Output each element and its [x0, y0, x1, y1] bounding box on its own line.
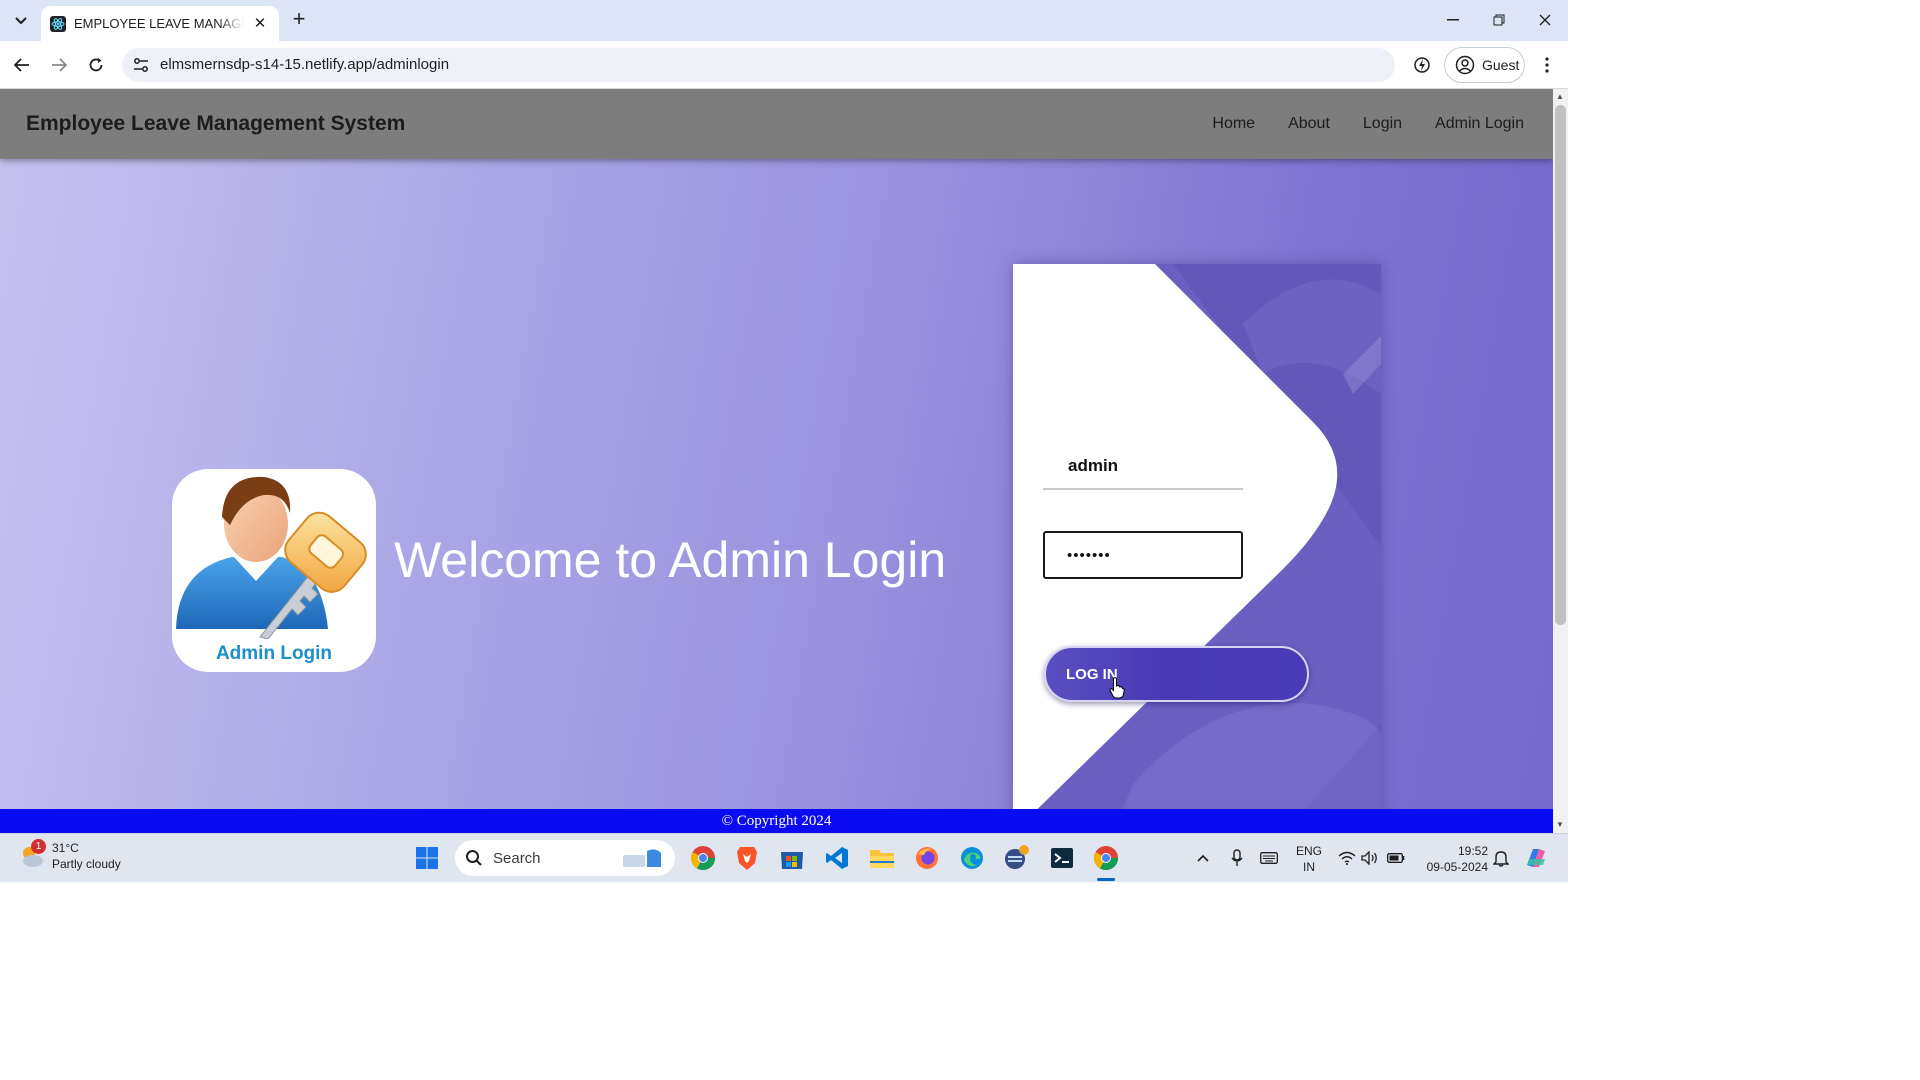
clock[interactable]: 19:52 09-05-2024 [1418, 843, 1488, 875]
battery-icon[interactable] [1382, 842, 1410, 874]
tab-close-icon[interactable]: ✕ [251, 14, 269, 32]
page-scrollbar[interactable]: ▲ ▼ [1553, 89, 1568, 833]
password-field[interactable] [1043, 531, 1243, 579]
log-in-button[interactable]: LOG IN [1044, 646, 1309, 702]
edge-browser-icon[interactable] [956, 842, 988, 874]
scroll-down-icon[interactable]: ▼ [1556, 820, 1564, 829]
window-close-icon[interactable] [1527, 6, 1563, 34]
address-bar[interactable]: elmsmernsdp-s14-15.netlify.app/adminlogi… [122, 48, 1395, 82]
weather-text: 31°C Partly cloudy [52, 840, 121, 872]
weather-alert-badge: 1 [31, 839, 46, 854]
scroll-up-icon[interactable]: ▲ [1556, 92, 1564, 101]
profile-avatar-icon [1455, 55, 1475, 75]
chrome-profile-icon[interactable] [687, 842, 719, 874]
clock-date: 09-05-2024 [1426, 860, 1488, 874]
web-page: Employee Leave Management System Home Ab… [0, 89, 1553, 833]
site-brand[interactable]: Employee Leave Management System [26, 112, 405, 136]
scrollbar-thumb[interactable] [1555, 105, 1566, 625]
windows-start-icon[interactable] [411, 842, 443, 874]
forward-arrow-icon[interactable] [45, 51, 73, 79]
show-hidden-icons-chevron-icon[interactable] [1188, 842, 1218, 874]
vscode-icon[interactable] [821, 842, 853, 874]
nav-links: Home About Login Admin Login [1212, 115, 1524, 133]
nav-link-admin-login[interactable]: Admin Login [1435, 115, 1524, 133]
login-card: LOG IN [1013, 264, 1381, 833]
active-app-indicator [1097, 878, 1115, 881]
browser-toolbar: elmsmernsdp-s14-15.netlify.app/adminlogi… [0, 41, 1568, 89]
brave-browser-icon[interactable] [731, 842, 763, 874]
site-navbar: Employee Leave Management System Home Ab… [0, 89, 1553, 159]
hand-pointer-cursor-icon [1109, 677, 1125, 699]
windows-taskbar: 1 31°C Partly cloudy Search ENG IN 19:52… [0, 833, 1568, 882]
profile-label: Guest [1482, 57, 1520, 73]
language-region: IN [1303, 860, 1315, 874]
notification-bell-icon[interactable] [1488, 842, 1514, 874]
window-minimize-icon[interactable] [1435, 6, 1471, 34]
weather-condition: Partly cloudy [52, 857, 121, 871]
url-text: elmsmernsdp-s14-15.netlify.app/adminlogi… [160, 56, 450, 73]
microphone-icon[interactable] [1222, 842, 1252, 874]
new-tab-plus-icon[interactable]: + [288, 8, 310, 32]
search-icon [466, 850, 482, 866]
window-restore-icon[interactable] [1481, 6, 1517, 34]
chrome-browser-icon[interactable] [1090, 842, 1122, 874]
language-code: ENG [1295, 844, 1322, 858]
react-favicon-icon [50, 15, 66, 32]
search-highlight-icon [623, 849, 661, 867]
firefox-icon[interactable] [911, 842, 943, 874]
tab-search-chevron-icon[interactable] [8, 8, 34, 34]
taskbar-search-box[interactable]: Search [455, 840, 675, 876]
weather-widget[interactable]: 1 31°C Partly cloudy [18, 839, 121, 872]
profile-button[interactable]: Guest [1444, 47, 1525, 83]
performance-icon[interactable] [1408, 51, 1436, 79]
language-indicator[interactable]: ENG IN [1293, 843, 1325, 875]
admin-login-logo: Admin Login [172, 469, 376, 672]
browser-menu-icon[interactable] [1536, 51, 1558, 79]
nav-link-home[interactable]: Home [1212, 115, 1255, 133]
back-arrow-icon[interactable] [8, 51, 36, 79]
terminal-app-icon[interactable] [1046, 842, 1078, 874]
nav-link-login[interactable]: Login [1363, 115, 1402, 133]
eclipse-ide-icon[interactable] [1001, 842, 1033, 874]
site-settings-icon[interactable] [132, 56, 150, 74]
browser-tab-strip: EMPLOYEE LEAVE MANAGEMENT SYSTEM ✕ + [0, 0, 1568, 41]
username-field[interactable] [1043, 444, 1243, 490]
temperature: 31°C [52, 841, 79, 855]
microsoft-store-icon[interactable] [776, 842, 808, 874]
taskbar-search-label: Search [493, 849, 541, 867]
logo-caption: Admin Login [215, 643, 333, 664]
keyboard-icon[interactable] [1254, 842, 1284, 874]
file-explorer-icon[interactable] [866, 842, 898, 874]
site-footer: © Copyright 2024 [0, 809, 1553, 833]
volume-icon[interactable] [1356, 842, 1384, 874]
nav-link-about[interactable]: About [1288, 115, 1330, 133]
partly-cloudy-icon: 1 [18, 839, 46, 870]
copilot-icon[interactable] [1520, 842, 1552, 874]
admin-key-illustration-icon [176, 476, 367, 640]
reload-icon[interactable] [82, 51, 110, 79]
browser-tab-active[interactable]: EMPLOYEE LEAVE MANAGEMENT SYSTEM ✕ [41, 6, 279, 41]
tab-title: EMPLOYEE LEAVE MANAGEMENT SYSTEM [74, 16, 244, 31]
welcome-heading: Welcome to Admin Login [394, 532, 947, 588]
clock-time: 19:52 [1457, 844, 1488, 858]
